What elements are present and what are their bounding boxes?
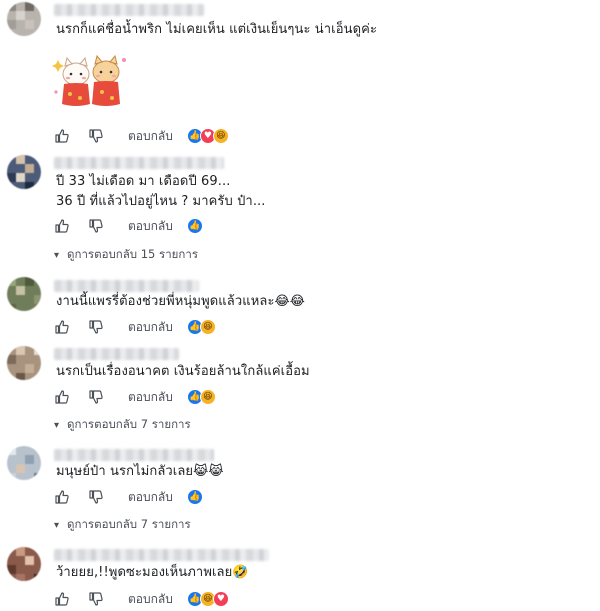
haha-reaction-icon: 😆 bbox=[199, 389, 216, 405]
thumbs-down-icon[interactable] bbox=[88, 489, 104, 505]
thumbs-up-icon[interactable] bbox=[54, 319, 70, 335]
reply-button[interactable]: ตอบกลับ bbox=[128, 388, 173, 407]
view-replies-link[interactable]: ▾ ดูการตอบกลับ 7 รายการ bbox=[54, 416, 191, 434]
thumbs-down-icon[interactable] bbox=[88, 319, 104, 335]
comment-text-line: ปี 33 ไม่เดือด มา เดือดปี 69... bbox=[56, 174, 231, 189]
haha-reaction-icon: 😆 bbox=[212, 128, 229, 144]
reply-button[interactable]: ตอบกลับ bbox=[128, 127, 173, 146]
avatar[interactable] bbox=[7, 2, 41, 36]
avatar[interactable] bbox=[7, 547, 41, 581]
author-name-blurred[interactable] bbox=[54, 549, 269, 561]
thumbs-down-icon[interactable] bbox=[88, 218, 104, 234]
author-name-blurred[interactable] bbox=[54, 449, 214, 461]
reply-arrow-icon: ▾ bbox=[54, 519, 60, 531]
comment-text-line: งานนี้แพรรี่ต้องช่วยพี่หนุ่มพูดแล้วแหละ😂… bbox=[56, 294, 306, 309]
thumbs-up-icon[interactable] bbox=[54, 218, 70, 234]
author-name-blurred[interactable] bbox=[54, 157, 224, 169]
view-replies-label: ดูการตอบกลับ 7 รายการ bbox=[67, 517, 191, 531]
like-reaction-icon: 👍 bbox=[186, 218, 203, 234]
avatar[interactable] bbox=[7, 277, 41, 311]
comment-actions: ตอบกลับ 👍 bbox=[54, 216, 203, 236]
comment-text-line: มนุษย์ป๋า นรกไม่กลัวเลย😹😹 bbox=[56, 464, 224, 479]
author-name-blurred[interactable] bbox=[54, 280, 199, 292]
avatar[interactable] bbox=[7, 446, 41, 480]
reaction-summary[interactable]: 👍 bbox=[186, 218, 203, 234]
author-name-blurred[interactable] bbox=[54, 348, 179, 360]
view-replies-label: ดูการตอบกลับ 15 รายการ bbox=[67, 247, 198, 261]
reply-button[interactable]: ตอบกลับ bbox=[128, 590, 173, 609]
love-reaction-icon: ♥ bbox=[212, 591, 229, 607]
thumbs-up-icon[interactable] bbox=[54, 489, 70, 505]
thumbs-down-icon[interactable] bbox=[88, 591, 104, 607]
comment-actions: ตอบกลับ 👍 bbox=[54, 487, 203, 507]
thumbs-down-icon[interactable] bbox=[88, 389, 104, 405]
thumbs-up-icon[interactable] bbox=[54, 591, 70, 607]
reaction-summary[interactable]: 👍 😆 bbox=[186, 319, 216, 335]
comment-text-line: ว้ายยย,!!พูดซะมองเห็นภาพเลย🤣 bbox=[56, 565, 249, 580]
comment-text-line: 36 ปี ที่แล้วไปอยู่ไหน ? มาครับ ป๋า... bbox=[56, 194, 266, 209]
reaction-summary[interactable]: 👍 ♥ 😆 bbox=[186, 128, 229, 144]
comment-actions: ตอบกลับ 👍 😆 bbox=[54, 387, 216, 407]
thumbs-up-icon[interactable] bbox=[54, 128, 70, 144]
view-replies-label: ดูการตอบกลับ 7 รายการ bbox=[67, 417, 191, 431]
comment-text-line: นรกก็แค่ชื่อน้ำพริก ไม่เคยเห็น แต่เงินเย… bbox=[56, 22, 378, 37]
thumbs-up-icon[interactable] bbox=[54, 389, 70, 405]
reaction-summary[interactable]: 👍 😆 ♥ bbox=[186, 591, 229, 607]
avatar[interactable] bbox=[7, 346, 41, 380]
reply-button[interactable]: ตอบกลับ bbox=[128, 318, 173, 337]
author-name-blurred[interactable] bbox=[54, 4, 204, 16]
reaction-summary[interactable]: 👍 bbox=[186, 489, 203, 505]
view-replies-link[interactable]: ▾ ดูการตอบกลับ 15 รายการ bbox=[54, 246, 198, 264]
thumbs-down-icon[interactable] bbox=[88, 128, 104, 144]
avatar[interactable] bbox=[7, 155, 41, 189]
reaction-summary[interactable]: 👍 😆 bbox=[186, 389, 216, 405]
reply-arrow-icon: ▾ bbox=[54, 249, 60, 261]
comment-text-line: นรกเป็นเรื่องอนาคต เงินร้อยล้านใกล้แค่เอ… bbox=[56, 364, 310, 379]
like-reaction-icon: 👍 bbox=[186, 489, 203, 505]
cat-sticker bbox=[50, 52, 130, 114]
comment-actions: ตอบกลับ 👍 ♥ 😆 bbox=[54, 126, 229, 146]
reply-button[interactable]: ตอบกลับ bbox=[128, 488, 173, 507]
comment-actions: ตอบกลับ 👍 😆 bbox=[54, 317, 216, 337]
view-replies-link[interactable]: ▾ ดูการตอบกลับ 7 รายการ bbox=[54, 516, 191, 534]
comment-actions: ตอบกลับ 👍 😆 ♥ bbox=[54, 589, 229, 609]
haha-reaction-icon: 😆 bbox=[199, 319, 216, 335]
reply-button[interactable]: ตอบกลับ bbox=[128, 217, 173, 236]
reply-arrow-icon: ▾ bbox=[54, 419, 60, 431]
